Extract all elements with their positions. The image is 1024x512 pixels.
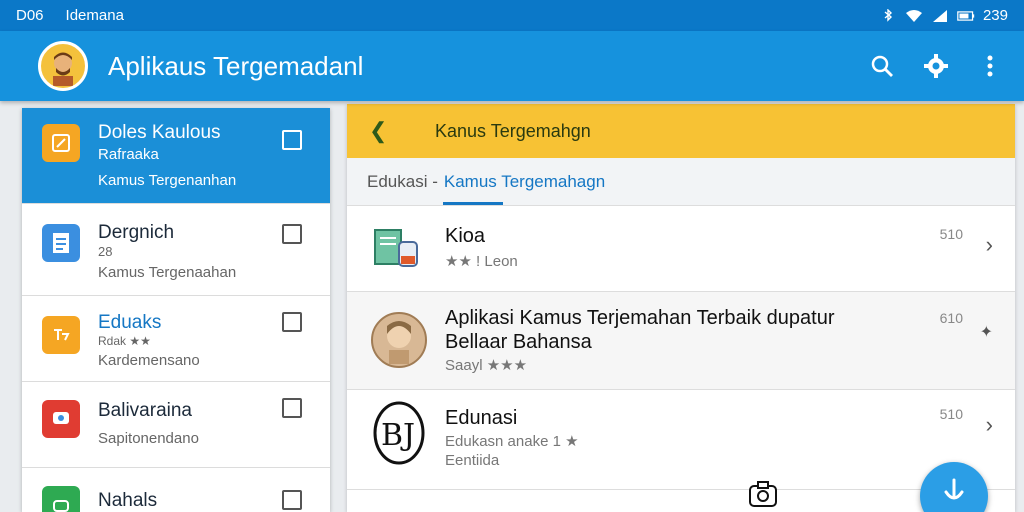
chevron-right-icon[interactable]: › [986,412,993,438]
avatar[interactable] [38,41,88,91]
status-text: Idemana [65,7,124,24]
list-item-subtitle: Rafraaka [98,146,159,163]
edit-checkbox[interactable] [282,398,302,418]
checkbox[interactable] [282,130,302,150]
more-vert-icon [987,55,993,77]
breadcrumb-underline [443,202,503,205]
detail-title: Kanus Tergemahgn [435,120,591,141]
list-item[interactable]: Nahals [22,468,330,512]
status-code: D06 [16,7,44,24]
list-item-description: Kardemensano [98,352,200,369]
result-rating: ★★ ! Leon [445,253,518,270]
list-item-title: Balivaraina [98,400,192,421]
app-icon-logo: BJ [371,401,427,465]
wifi-icon [905,9,922,22]
edit-checkbox[interactable] [282,490,302,510]
search-icon [871,55,893,77]
detail-panel: ❮ Kanus Tergemahgn Edukasi - Kamus Terge… [347,104,1015,512]
bluetooth-icon [884,8,893,22]
list-item[interactable]: Dergnich 28 Kamus Tergenaahan [22,204,330,296]
result-rating: Saayl ★★★ [445,357,528,374]
list-item[interactable]: Eduaks Rdak ★★ Kardemensano [22,296,330,382]
list-item-title: Nahals [98,490,158,511]
camera-icon [749,481,777,507]
breadcrumb-active[interactable]: Kamus Tergemahagn [444,172,605,192]
list-item-description: Kamus Tergenanhan [98,172,237,189]
app-bar: Aplikaus Tergemadanl [0,31,1024,101]
edit-icon [42,124,80,162]
result-meta: 510 [939,406,963,422]
result-meta: 510 [939,226,963,242]
result-meta: 610 [939,310,963,326]
document-icon [42,224,80,262]
translate-icon [42,316,80,354]
settings-button[interactable] [922,52,950,80]
result-subtitle-2: Eentiida [445,452,500,469]
list-item[interactable]: Balivaraina Sapitonendano [22,382,330,468]
edit-checkbox[interactable] [282,312,302,332]
list-item-description: Kamus Tergenaahan [98,264,237,281]
result-title: Edunasi [445,407,518,429]
gear-icon [924,54,948,78]
chat-icon [42,400,80,438]
list-item-title: Dergnich [98,222,175,243]
search-button[interactable] [868,52,896,80]
breadcrumb: Edukasi - Kamus Tergemahagn [347,158,1015,206]
status-time: 239 [982,7,1008,24]
list-item[interactable]: Doles Kaulous Rafraaka Kamus Tergenanhan [22,108,330,204]
result-row[interactable]: Kioa ★★ ! Leon 510 › [347,206,1015,292]
list-item-rating: Rdak ★★ [98,334,151,348]
profile-avatar-icon [53,52,73,86]
left-list-panel: Doles Kaulous Rafraaka Kamus Tergenanhan… [22,108,330,512]
svg-text:BJ: BJ [381,418,415,453]
list-item-description: Sapitonendano [98,430,199,447]
checkbox[interactable] [282,224,302,244]
camera-icon [42,486,80,512]
app-icon-avatar [371,312,427,368]
more-options-button[interactable] [976,52,1004,80]
detail-header: ❮ Kanus Tergemahgn [347,104,1015,158]
app-title: Aplikaus Tergemadanl [108,50,364,81]
battery-icon [957,10,975,21]
back-arrow-icon[interactable]: ❮ [369,118,409,144]
list-item-subtitle: 28 [98,244,113,259]
list-item-title: Doles Kaulous [98,122,221,143]
result-title: Kioa [445,225,486,247]
signal-icon [932,9,947,22]
microphone-icon [944,478,964,500]
list-item-title: Eduaks [98,312,162,333]
camera-button[interactable] [748,480,778,508]
status-bar: D06 Idemana 239 [0,0,1024,31]
app-icon-dictionary [371,220,427,276]
result-row[interactable]: BJ Edunasi Edukasn anake 1 ★ Eentiida 51… [347,390,1015,490]
result-row[interactable]: Aplikasi Kamus Terjemahan Terbaik dupatu… [347,292,1015,390]
result-title: Aplikasi Kamus Terjemahan Terbaik dupatu… [445,307,835,353]
chevron-right-icon[interactable]: › [986,232,993,258]
breadcrumb-root[interactable]: Edukasi - [367,172,438,192]
result-subtitle: Edukasn anake 1 ★ [445,433,579,450]
more-icon[interactable]: ✦ [980,322,993,342]
